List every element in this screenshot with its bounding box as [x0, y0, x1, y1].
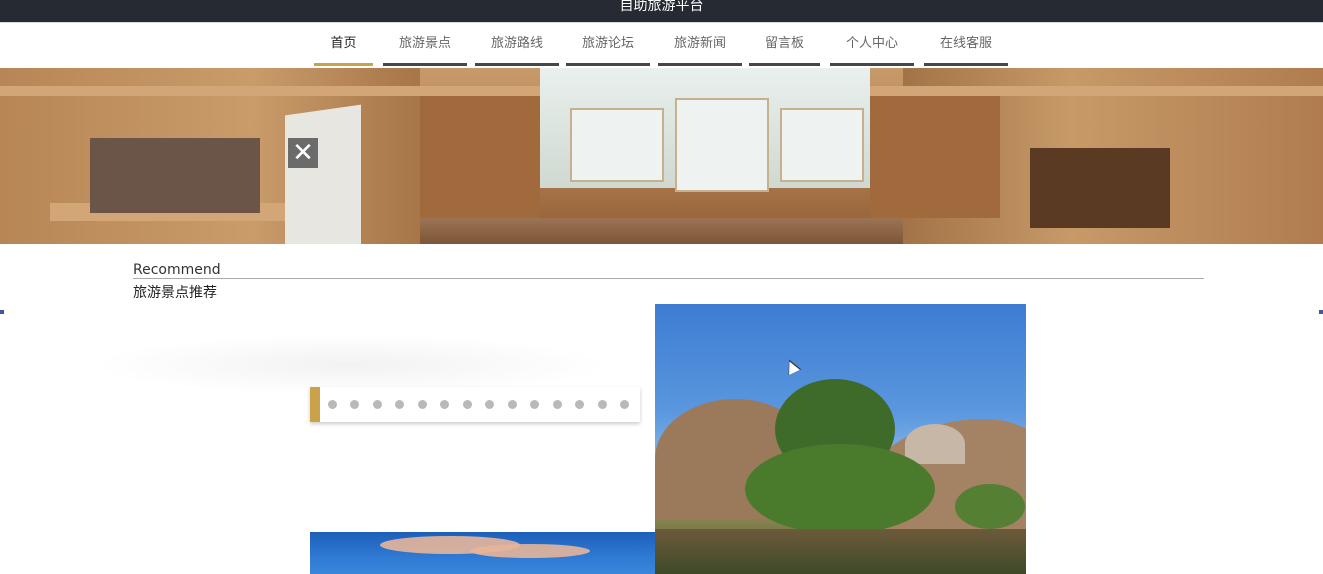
photo-tree — [745, 444, 935, 534]
carousel-dot[interactable] — [328, 400, 337, 409]
close-icon: ✕ — [288, 138, 318, 168]
nav-item-home[interactable]: 首页 — [314, 23, 373, 66]
carousel-backdrop — [90, 335, 610, 395]
carousel-dot[interactable] — [463, 400, 472, 409]
nav-item-news[interactable]: 旅游新闻 — [658, 23, 742, 66]
top-header-bar: 自助旅游平台 — [0, 0, 1323, 22]
site-title: 自助旅游平台 — [619, 0, 704, 14]
section-title-en: Recommend — [133, 262, 221, 278]
carousel-dot[interactable] — [575, 400, 584, 409]
banner-bunk — [420, 88, 540, 218]
photo-cloud — [470, 544, 590, 558]
banner-window-pane — [780, 108, 864, 182]
section-title-cn: 旅游景点推荐 — [133, 285, 217, 301]
photo-mountain-peak — [905, 424, 965, 464]
banner-bunk — [870, 88, 1000, 218]
carousel-dot[interactable] — [508, 400, 517, 409]
photo-water — [655, 529, 1026, 574]
carousel-dot[interactable] — [620, 400, 629, 409]
banner-plank — [870, 86, 1323, 96]
carousel-dot[interactable] — [395, 400, 404, 409]
attraction-photo-lake[interactable] — [655, 304, 1026, 574]
nav-item-routes[interactable]: 旅游路线 — [475, 23, 559, 66]
nav-item-forum[interactable]: 旅游论坛 — [566, 23, 650, 66]
carousel-dot[interactable] — [440, 400, 449, 409]
nav-item-message-board[interactable]: 留言板 — [749, 23, 820, 66]
carousel-dot[interactable] — [530, 400, 539, 409]
carousel-dot[interactable] — [418, 400, 427, 409]
recommend-section-header: Recommend 旅游景点推荐 — [133, 262, 1204, 301]
edge-marker-right — [1319, 310, 1323, 314]
photo-tree — [955, 484, 1025, 529]
edge-marker-left — [0, 310, 4, 314]
section-divider — [133, 278, 1204, 279]
banner-window-pane — [570, 108, 664, 182]
carousel-dot[interactable] — [373, 400, 382, 409]
nav-item-attractions[interactable]: 旅游景点 — [383, 23, 467, 66]
carousel-active-bar — [310, 387, 320, 422]
banner-window-pane — [675, 98, 769, 192]
carousel-dot[interactable] — [598, 400, 607, 409]
banner-dark-panel — [90, 138, 260, 213]
carousel-dot[interactable] — [485, 400, 494, 409]
main-nav: 首页 旅游景点 旅游路线 旅游论坛 旅游新闻 留言板 个人中心 在线客服 — [0, 22, 1323, 69]
banner-shelf — [1030, 148, 1170, 228]
banner-floor — [420, 218, 903, 244]
hero-banner-image: ✕ — [0, 68, 1323, 244]
carousel-dot[interactable] — [350, 400, 359, 409]
carousel-indicator — [310, 387, 640, 422]
carousel-dot[interactable] — [553, 400, 562, 409]
nav-item-online-service[interactable]: 在线客服 — [924, 23, 1008, 66]
banner-sign — [285, 104, 361, 244]
nav-item-personal-center[interactable]: 个人中心 — [830, 23, 914, 66]
banner-plank — [0, 86, 540, 96]
attraction-photo-sky[interactable] — [310, 532, 655, 574]
